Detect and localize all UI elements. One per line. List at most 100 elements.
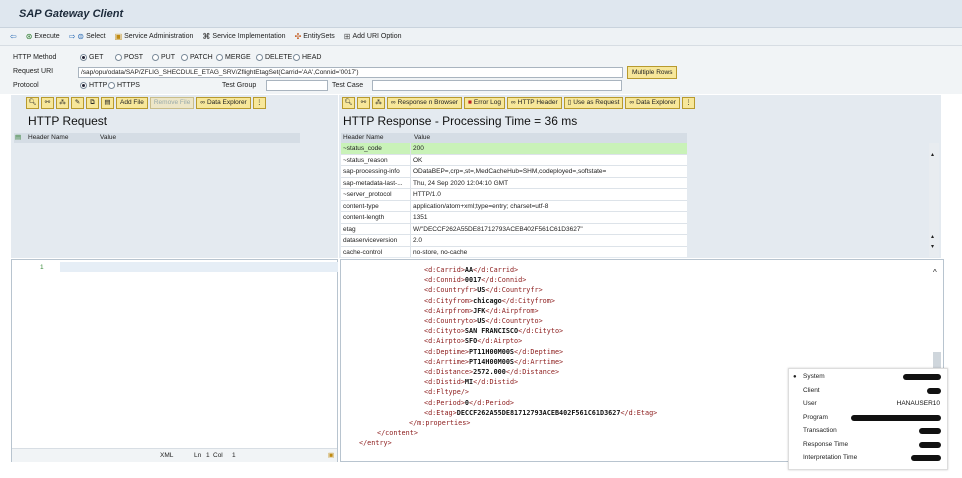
radio-button[interactable] [293, 54, 300, 61]
format-button[interactable]: ⁂ [56, 97, 69, 109]
response-find-next-button[interactable]: ⚯ [357, 97, 370, 109]
response-header-row[interactable]: dataserviceversion 2.0 [341, 235, 687, 247]
execute-button[interactable]: ⊛ Execute [26, 32, 60, 41]
test-case-input[interactable] [372, 80, 622, 91]
back-button[interactable]: ⇦ [10, 32, 17, 41]
xml-close-tag: </d:Countryfr> [485, 286, 543, 295]
radio-patch[interactable]: PATCH [181, 54, 213, 61]
scroll-up-icon[interactable]: ▴ [931, 233, 934, 240]
header-value-cell: 200 [413, 145, 424, 152]
binoculars-icon: ⚯ [360, 99, 367, 106]
response-menu-button[interactable]: ⋮ [681, 97, 695, 109]
select-button[interactable]: ⇨ ⊜ Select [69, 32, 106, 41]
request-menu-button[interactable]: ⋮ [252, 97, 266, 109]
scroll-up-icon[interactable]: ^ [933, 268, 937, 277]
find-next-button[interactable]: ⚯ [41, 97, 54, 109]
line-number: 1 [40, 264, 44, 271]
response-header-row[interactable]: etag W/"DECCF262A55DE81712793ACEB402F561C… [341, 223, 687, 235]
radio-button[interactable] [216, 54, 223, 61]
xml-line: <d:Fltype/> [424, 387, 469, 397]
radio-button[interactable] [181, 54, 188, 61]
response-header-row[interactable]: content-length 1351 [341, 212, 687, 224]
request-uri-input[interactable]: /sap/opu/odata/SAP/ZFLIG_SHECDULE_ETAG_S… [78, 67, 623, 78]
response-body-scrollbar[interactable]: ^ [931, 260, 943, 370]
header-name-cell: ~status_reason [341, 154, 411, 165]
header-value-cell: no-store, no-cache [413, 248, 468, 256]
service-implementation-button[interactable]: ⌘ Service Implementation [202, 32, 285, 41]
radio-button[interactable] [256, 54, 263, 61]
remove-file-button[interactable]: Remove File [149, 97, 195, 109]
entity-sets-button[interactable]: ✣ EntitySets [295, 32, 335, 41]
table-settings-icon[interactable]: ▤ [15, 133, 21, 143]
redacted-value [927, 387, 941, 394]
radio-delete[interactable]: DELETE [256, 54, 292, 61]
copy-button[interactable]: ⧉ [86, 97, 99, 109]
editor-mode: XML [160, 452, 174, 459]
edit-button[interactable]: ✎ [71, 97, 84, 109]
response-header-row[interactable]: ~status_reason OK [341, 154, 687, 166]
radio-merge[interactable]: MERGE [216, 54, 251, 61]
xml-open-tag: <d:Distance> [424, 368, 474, 376]
radio-button[interactable] [152, 54, 159, 61]
paste-icon: ▤ [104, 99, 111, 106]
request-data-explorer-button[interactable]: ∞ Data Explorer [196, 97, 251, 109]
radio-head[interactable]: HEAD [293, 54, 321, 61]
radio-button[interactable] [115, 54, 122, 61]
xml-close-tag: </d:Airpfrom> [485, 306, 539, 315]
title-bar: SAP Gateway Client [0, 0, 962, 28]
xml-open-tag: </m:properties> [409, 419, 471, 427]
add-file-button[interactable]: Add File [116, 97, 148, 109]
radio-get[interactable]: GET [80, 54, 103, 61]
http-response-pane: 🔍︎ ⚯ ⁂ ∞ Response n Browser ■ Error Log ∞ H… [339, 95, 941, 258]
response-header-row[interactable]: ~status_code 200 [341, 143, 687, 155]
response-header-row[interactable]: content-type application/atom+xml;type=en… [341, 200, 687, 212]
header-value-cell: OK [413, 156, 423, 164]
xml-close-tag: </d:Carrid> [473, 266, 519, 274]
http-header-button[interactable]: ∞ HTTP Header [507, 97, 562, 109]
response-header-scrollbar[interactable]: ▴ ▴ ▾ [929, 143, 939, 257]
xml-value: 2572.000 [473, 368, 506, 376]
xml-value: PT14H00M00S [469, 357, 515, 366]
test-group-input[interactable] [266, 80, 328, 91]
radio-post[interactable]: POST [115, 54, 143, 61]
paste-button[interactable]: ▤ [101, 97, 114, 109]
xml-line: <d:Connid>0017</d:Connid> [424, 275, 526, 285]
add-uri-option-button[interactable]: ⊞ Add URI Option [344, 32, 402, 41]
find-button[interactable]: 🔍︎ [26, 97, 39, 109]
error-log-button[interactable]: ■ Error Log [463, 97, 506, 109]
protocol-label: Protocol [13, 82, 39, 89]
service-administration-button[interactable]: ▣ Service Administration [115, 32, 194, 41]
xml-line: <d:Airpto>SFO</d:Airpto> [424, 336, 522, 346]
response-header-row[interactable]: sap-metadata-last-... Thu, 24 Sep 2020 12… [341, 177, 687, 189]
response-header-row[interactable]: sap-processing-info ODataBEP=,crp=,st=,Me… [341, 166, 687, 178]
line-value: 1 [206, 452, 210, 459]
col-label: Col [213, 452, 223, 459]
error-log-icon: ■ [467, 99, 472, 106]
radio-button[interactable] [80, 54, 87, 61]
http-method-label: HTTP Method [13, 54, 57, 61]
xml-value: SAN FRANCISCO [464, 327, 519, 336]
radio-button[interactable] [108, 82, 115, 89]
response-format-button[interactable]: ⁂ [372, 97, 385, 109]
response-header-row[interactable]: ~server_protocol HTTP/1.0 [341, 189, 687, 201]
test-case-label: Test Case [332, 82, 364, 89]
radio-put[interactable]: PUT [152, 54, 175, 61]
scroll-thumb[interactable] [933, 352, 941, 368]
radio-http[interactable]: HTTP [80, 82, 107, 89]
response-header-row[interactable]: cache-control no-store, no-cache [341, 246, 687, 257]
use-as-request-button[interactable]: ▯ Use as Request [563, 97, 624, 109]
xml-value: DECCF262A55DE81712793ACEB402F561C61D3627 [456, 408, 621, 417]
scroll-down-icon[interactable]: ▾ [931, 243, 934, 250]
xml-value: PT11H00M00S [469, 347, 515, 356]
response-in-browser-button[interactable]: ∞ Response n Browser [387, 97, 462, 109]
scroll-up-icon[interactable]: ▴ [931, 151, 934, 158]
binoculars-icon: ⚯ [44, 99, 51, 106]
radio-https[interactable]: HTTPS [108, 82, 140, 89]
response-find-button[interactable]: 🔍︎ [342, 97, 355, 109]
request-body-editor[interactable]: 1 XML Ln 1 Col 1 ▣ [11, 259, 338, 462]
radio-button[interactable] [80, 82, 87, 89]
header-value-cell: Thu, 24 Sep 2020 12:04:10 GMT [413, 179, 509, 187]
multiple-rows-button[interactable]: Multiple Rows [627, 66, 678, 79]
system-info-label: User [803, 400, 817, 407]
response-data-explorer-button[interactable]: ∞ Data Explorer [625, 97, 680, 109]
